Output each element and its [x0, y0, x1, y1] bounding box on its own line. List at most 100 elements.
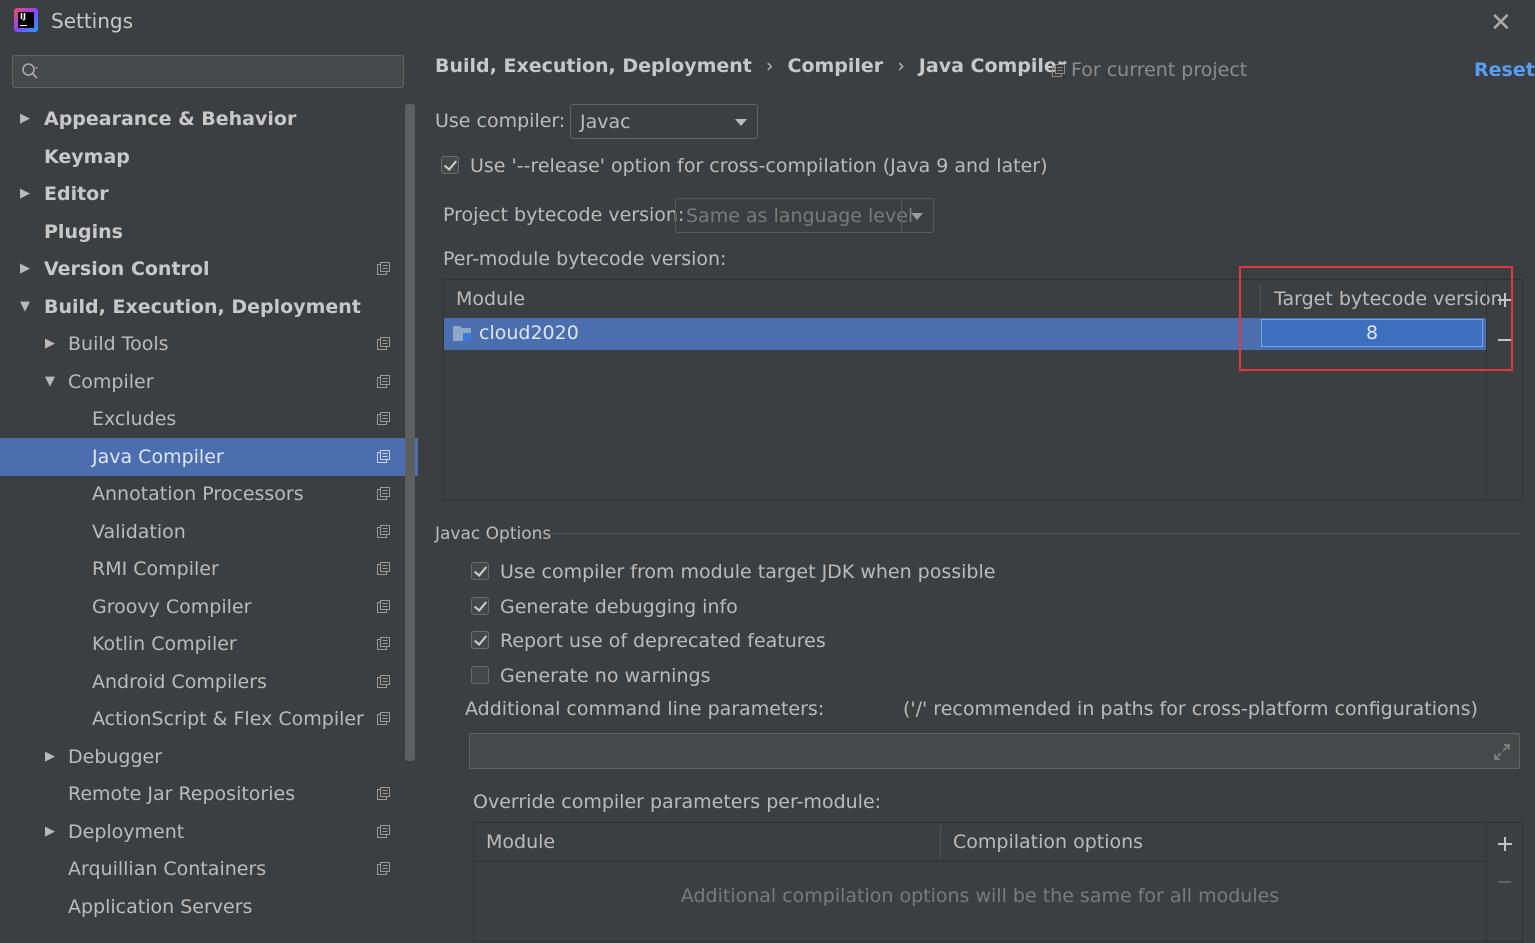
sidebar-item-debugger[interactable]: ▶ Debugger	[0, 738, 418, 776]
breadcrumb-separator: ›	[765, 55, 774, 77]
expand-arrow-icon[interactable]: ▶	[45, 738, 55, 776]
expand-arrow-icon[interactable]: ▶	[20, 250, 30, 288]
highlight-annotation-box	[1239, 266, 1513, 371]
sidebar-item-remote-jar-repositories[interactable]: Remote Jar Repositories	[0, 775, 418, 813]
expand-arrow-icon[interactable]: ▶	[20, 175, 30, 213]
sidebar-item-label: Validation	[92, 521, 186, 543]
chevron-down-icon	[735, 119, 747, 126]
sidebar-item-label: Appearance & Behavior	[44, 108, 297, 130]
sidebar-item-java-compiler[interactable]: Java Compiler	[0, 438, 418, 476]
project-bytecode-label: Project bytecode version:	[443, 204, 685, 226]
column-header-module[interactable]: Module	[486, 831, 555, 853]
sidebar-item-label: Excludes	[92, 408, 177, 430]
breadcrumb-item: Compiler	[787, 55, 884, 77]
sidebar-item-arquillian-containers[interactable]: Arquillian Containers	[0, 850, 418, 888]
sidebar-item-compiler[interactable]: ▼ Compiler	[0, 363, 418, 401]
sidebar-scrollbar[interactable]	[405, 104, 415, 761]
sidebar-item-version-control[interactable]: ▶ Version Control	[0, 250, 418, 288]
deprecated-label: Report use of deprecated features	[500, 630, 826, 652]
add-icon[interactable]	[1498, 837, 1512, 851]
project-level-icon	[377, 450, 390, 463]
sidebar-item-label: Remote Jar Repositories	[68, 783, 296, 805]
expand-arrow-icon[interactable]: ▶	[45, 325, 55, 363]
sidebar-item-label: Java Compiler	[92, 446, 224, 468]
javac-options-title: Javac Options	[435, 524, 552, 544]
additional-params-hint: ('/' recommended in paths for cross-plat…	[903, 698, 1478, 720]
release-option-checkbox[interactable]	[441, 156, 459, 174]
select-divider	[901, 199, 902, 232]
sidebar-item-annotation-processors[interactable]: Annotation Processors	[0, 475, 418, 513]
compiler-select[interactable]: Javac	[570, 104, 758, 139]
compiler-select-value: Javac	[580, 111, 631, 133]
project-bytecode-value: Same as language level	[686, 205, 914, 227]
sidebar-item-label: ActionScript & Flex Compiler	[92, 708, 364, 730]
deprecated-checkbox[interactable]	[471, 631, 489, 649]
project-level-icon	[377, 375, 390, 388]
breadcrumb-separator: ›	[897, 55, 905, 77]
section-divider	[550, 533, 1520, 534]
expand-icon[interactable]	[1493, 743, 1511, 761]
project-bytecode-select[interactable]: Same as language level	[675, 198, 934, 233]
sidebar-item-plugins[interactable]: Plugins	[0, 213, 418, 251]
sidebar-item-application-servers[interactable]: Application Servers	[0, 888, 418, 926]
module-name: cloud2020	[479, 322, 579, 344]
expand-arrow-icon[interactable]: ▶	[20, 100, 30, 138]
sidebar-item-build-execution-deployment[interactable]: ▼ Build, Execution, Deployment	[0, 288, 418, 326]
sidebar-item-actionscript-flex-compiler[interactable]: ActionScript & Flex Compiler	[0, 700, 418, 738]
window-title: Settings	[51, 9, 134, 33]
sidebar-item-validation[interactable]: Validation	[0, 513, 418, 551]
column-header-compilation-options[interactable]: Compilation options	[953, 831, 1143, 853]
sidebar-item-editor[interactable]: ▶ Editor	[0, 175, 418, 213]
sidebar-item-label: Arquillian Containers	[68, 858, 267, 880]
table-header: Module Compilation options	[474, 823, 1486, 862]
project-level-icon	[377, 562, 390, 575]
no-warnings-checkbox[interactable]	[471, 666, 489, 684]
project-level-icon	[377, 712, 390, 725]
search-icon	[22, 63, 38, 79]
target-jdk-checkbox[interactable]	[471, 562, 489, 580]
table-toolbar	[1486, 823, 1523, 943]
collapse-arrow-icon[interactable]: ▼	[45, 363, 55, 401]
module-folder-icon	[453, 326, 471, 341]
sidebar-item-label: Annotation Processors	[92, 483, 304, 505]
sidebar-item-appearance-behavior[interactable]: ▶ Appearance & Behavior	[0, 100, 418, 138]
sidebar-item-rmi-compiler[interactable]: RMI Compiler	[0, 550, 418, 588]
override-params-table: Module Compilation options Additional co…	[473, 822, 1523, 943]
breadcrumb-item: Java Compiler	[918, 55, 1067, 77]
project-level-icon	[377, 825, 390, 838]
sidebar-item-groovy-compiler[interactable]: Groovy Compiler	[0, 588, 418, 626]
sidebar-item-keymap[interactable]: Keymap	[0, 138, 418, 176]
empty-table-text: Additional compilation options will be t…	[680, 885, 1280, 907]
sidebar-item-excludes[interactable]: Excludes	[0, 400, 418, 438]
sidebar-item-build-tools[interactable]: ▶ Build Tools	[0, 325, 418, 363]
breadcrumb: Build, Execution, Deployment › Compiler › Ja…	[435, 55, 1066, 77]
sidebar-item-android-compilers[interactable]: Android Compilers	[0, 663, 418, 701]
collapse-arrow-icon[interactable]: ▼	[20, 288, 30, 326]
no-warnings-label: Generate no warnings	[500, 665, 711, 687]
expand-arrow-icon[interactable]: ▶	[45, 813, 55, 851]
intellij-logo-icon: IJ	[14, 8, 38, 32]
sidebar-item-label: Deployment	[68, 821, 185, 843]
project-level-icon	[377, 412, 390, 425]
search-input[interactable]	[12, 55, 404, 88]
project-level-icon	[377, 637, 390, 650]
column-header-module[interactable]: Module	[456, 288, 525, 310]
sidebar-item-kotlin-compiler[interactable]: Kotlin Compiler	[0, 625, 418, 663]
sidebar-item-label: Compiler	[68, 371, 154, 393]
debug-info-label: Generate debugging info	[500, 596, 738, 618]
close-icon[interactable]: ✕	[1490, 8, 1512, 38]
sidebar-item-label: Application Servers	[68, 896, 253, 918]
target-jdk-label: Use compiler from module target JDK when…	[500, 561, 996, 583]
project-level-icon	[377, 262, 390, 275]
debug-info-checkbox[interactable]	[471, 597, 489, 615]
project-level-icon	[377, 862, 390, 875]
sidebar-item-label: RMI Compiler	[92, 558, 219, 580]
breadcrumb-item: Build, Execution, Deployment	[435, 55, 752, 77]
scope-label: For current project	[1071, 59, 1248, 81]
remove-icon	[1498, 881, 1511, 883]
project-level-icon	[377, 525, 390, 538]
sidebar-item-deployment[interactable]: ▶ Deployment	[0, 813, 418, 851]
sidebar-item-label: Version Control	[44, 258, 210, 280]
reset-link[interactable]: Reset	[1474, 59, 1535, 81]
additional-params-input[interactable]	[469, 733, 1520, 769]
